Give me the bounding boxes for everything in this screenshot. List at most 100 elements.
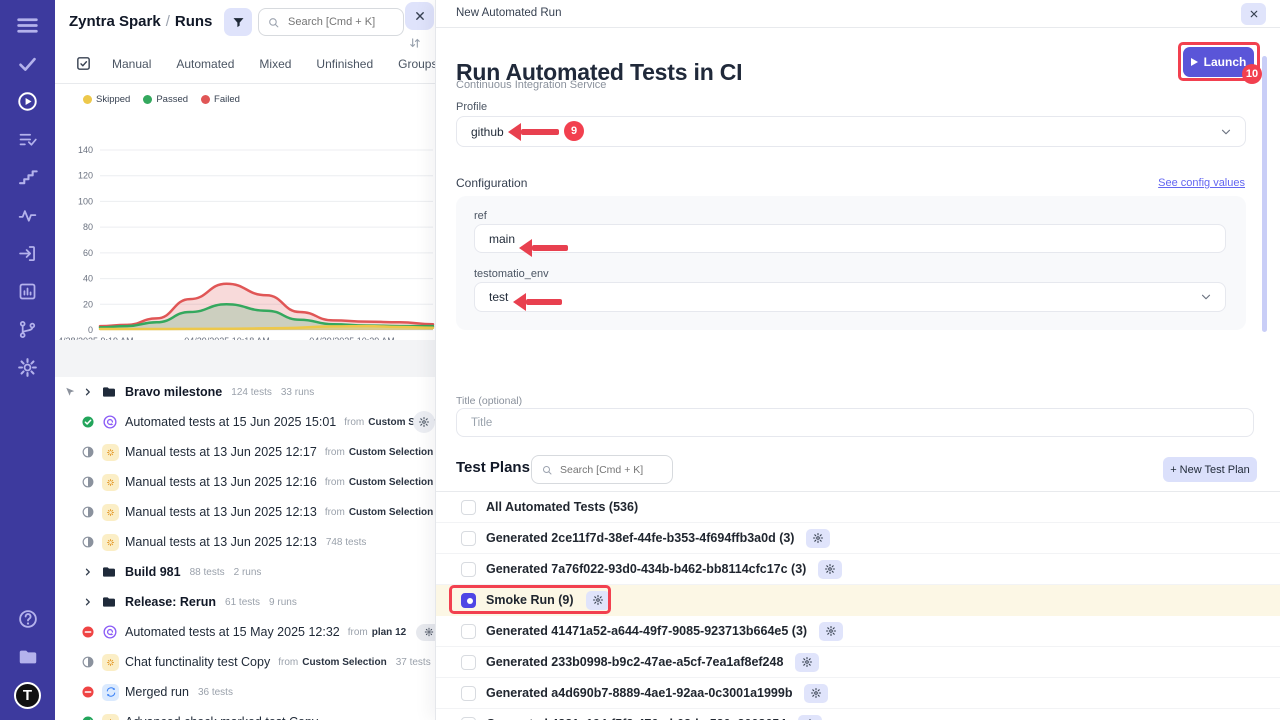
close-drawer-button[interactable]	[1241, 3, 1266, 25]
breadcrumb-project[interactable]: Zyntra Spark	[69, 13, 161, 30]
test-plan-settings-button[interactable]	[804, 684, 828, 703]
run-group-row[interactable]: Build 98188 tests2 runs	[55, 557, 435, 587]
run-group-title: Build 981	[125, 565, 181, 579]
sidebar-item-test-plans[interactable]	[0, 124, 55, 154]
test-plan-row[interactable]: Generated 2ce11f7d-38ef-44fe-b353-4f694f…	[436, 523, 1280, 554]
test-plan-checkbox[interactable]	[461, 686, 476, 701]
sidebar-item-steps[interactable]	[0, 162, 55, 192]
svg-text:20: 20	[83, 299, 93, 309]
drawer-scrollbar[interactable]	[1262, 56, 1267, 332]
test-plan-checkbox[interactable]	[461, 655, 476, 670]
filter-button[interactable]	[224, 8, 252, 36]
sidebar-item-menu[interactable]	[0, 10, 55, 40]
test-plan-checkbox[interactable]	[461, 593, 476, 608]
title-input[interactable]: Title	[456, 408, 1254, 437]
run-row[interactable]: Manual tests at 13 Jun 2025 12:13748 tes…	[55, 527, 435, 557]
sidebar-item-projects-folder[interactable]	[0, 642, 55, 672]
tab-unfinished[interactable]: Unfinished	[316, 57, 373, 71]
testomatio-env-select[interactable]: test	[474, 282, 1226, 312]
test-plan-checkbox[interactable]	[461, 624, 476, 639]
run-row[interactable]: Manual tests at 13 Jun 2025 12:17fromCus…	[55, 437, 435, 467]
sidebar-item-runs[interactable]	[0, 86, 55, 116]
test-plan-row[interactable]: Generated 7a76f022-93d0-434b-b462-bb8114…	[436, 554, 1280, 585]
panel-gap	[55, 340, 435, 377]
test-plan-checkbox[interactable]	[461, 562, 476, 577]
test-plan-label: Generated 2ce11f7d-38ef-44fe-b353-4f694f…	[486, 531, 794, 545]
svg-text:140: 140	[78, 145, 93, 155]
test-plans-search[interactable]	[531, 455, 673, 484]
sidebar-item-logo[interactable]: T	[0, 680, 55, 710]
legend-item-skipped: Skipped	[83, 94, 130, 105]
chart-legend: SkippedPassedFailed	[83, 94, 240, 105]
sidebar-item-branches[interactable]	[0, 314, 55, 344]
svg-text:40: 40	[83, 274, 93, 284]
test-plan-row[interactable]: Generated 233b0998-b9c2-47ae-a5cf-7ea1af…	[436, 647, 1280, 678]
sidebar-item-reports[interactable]	[0, 276, 55, 306]
select-all-icon[interactable]	[75, 55, 92, 72]
run-title: Manual tests at 13 Jun 2025 12:13	[125, 535, 317, 549]
tab-mixed[interactable]: Mixed	[259, 57, 291, 71]
run-row[interactable]: Automated tests at 15 Jun 2025 15:01from…	[55, 407, 435, 437]
run-row[interactable]: Automated tests at 15 May 2025 12:32from…	[55, 617, 435, 647]
see-config-values-link[interactable]: See config values	[1158, 177, 1245, 189]
run-row[interactable]: Advanced check marked test Copy	[55, 707, 435, 720]
run-title: Merged run	[125, 685, 189, 699]
close-runs-panel-button[interactable]	[405, 2, 434, 30]
test-plan-row[interactable]: Smoke Run (9)	[436, 585, 1280, 616]
tab-manual[interactable]: Manual	[112, 57, 151, 71]
test-plan-checkbox[interactable]	[461, 717, 476, 720]
test-plan-settings-button[interactable]	[795, 653, 819, 672]
test-plan-row[interactable]: Generated 4321c194-f5f2-476a-b02d-a520c2…	[436, 709, 1280, 720]
run-row[interactable]: Chat functinality test CopyfromCustom Se…	[55, 647, 435, 677]
chevron-right-icon[interactable]	[82, 566, 94, 578]
ref-input[interactable]: main	[474, 224, 1226, 253]
test-plan-checkbox[interactable]	[461, 531, 476, 546]
reports-icon	[17, 281, 38, 302]
run-test-count: 37 tests	[396, 657, 431, 668]
test-plan-row[interactable]: Generated 41471a52-a644-49f7-9085-923713…	[436, 616, 1280, 647]
run-from-label: from	[325, 507, 345, 518]
tab-automated[interactable]: Automated	[176, 57, 234, 71]
sidebar-item-settings-gear[interactable]	[0, 352, 55, 382]
run-group-row[interactable]: Release: Rerun61 tests9 runs	[55, 587, 435, 617]
run-row[interactable]: Merged run36 tests	[55, 677, 435, 707]
run-source: Custom Selection	[349, 447, 433, 458]
folder-icon	[101, 564, 117, 580]
test-plans-heading: Test Plans	[456, 459, 530, 476]
run-group-row[interactable]: Bravo milestone124 tests33 runs	[55, 377, 435, 407]
run-settings-button[interactable]	[413, 411, 435, 433]
test-plan-settings-button[interactable]	[798, 715, 822, 720]
folder-icon	[101, 594, 117, 610]
sidebar-item-tests[interactable]	[0, 48, 55, 78]
test-plan-row[interactable]: Generated a4d690b7-8889-4ae1-92aa-0c3001…	[436, 678, 1280, 709]
test-plan-checkbox[interactable]	[461, 500, 476, 515]
annotation-arrow-profile	[521, 129, 559, 135]
test-plan-settings-button[interactable]	[818, 560, 842, 579]
runs-search[interactable]	[258, 8, 404, 36]
status-progress-icon	[81, 475, 95, 489]
run-title: Manual tests at 13 Jun 2025 12:13	[125, 505, 317, 519]
drawer-header-title: New Automated Run	[456, 7, 561, 19]
run-row[interactable]: Manual tests at 13 Jun 2025 12:13fromCus…	[55, 497, 435, 527]
chevron-right-icon[interactable]	[82, 596, 94, 608]
sidebar-item-help[interactable]	[0, 604, 55, 634]
new-test-plan-button[interactable]: + New Test Plan	[1163, 457, 1257, 482]
configuration-label: Configuration	[456, 176, 527, 190]
legend-item-passed: Passed	[143, 94, 188, 105]
test-plan-settings-button[interactable]	[806, 529, 830, 548]
test-plan-row[interactable]: All Automated Tests (536)	[436, 492, 1280, 523]
run-group-title: Release: Rerun	[125, 595, 216, 609]
test-plan-settings-button[interactable]	[819, 622, 843, 641]
sidebar-item-analytics-pulse[interactable]	[0, 200, 55, 230]
runs-search-input[interactable]	[286, 15, 395, 29]
branches-icon	[17, 319, 38, 340]
run-from-label: from	[278, 657, 298, 668]
status-passed-icon	[81, 715, 95, 720]
svg-text:0: 0	[88, 325, 93, 335]
chevron-right-icon[interactable]	[82, 386, 94, 398]
title-placeholder: Title	[471, 417, 492, 429]
tab-groups[interactable]: Groups	[398, 57, 435, 71]
sidebar-item-import[interactable]	[0, 238, 55, 268]
test-plans-search-input[interactable]	[558, 463, 663, 477]
run-row[interactable]: Manual tests at 13 Jun 2025 12:16fromCus…	[55, 467, 435, 497]
